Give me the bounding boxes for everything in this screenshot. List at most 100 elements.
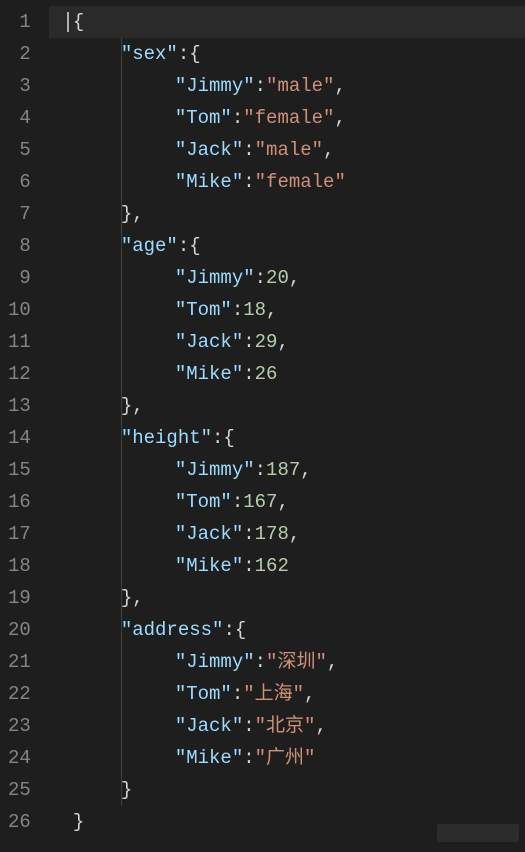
code-line: "Jack":"male", [49, 134, 525, 166]
colon: : [243, 171, 254, 193]
punct: :{ [212, 427, 235, 449]
code-line: "Mike":"female" [49, 166, 525, 198]
colon: : [255, 267, 266, 289]
json-key: "Tom" [175, 107, 232, 129]
line-number: 6 [8, 166, 31, 198]
json-key: "Jimmy" [175, 75, 255, 97]
line-number: 17 [8, 518, 31, 550]
comma: , [289, 267, 300, 289]
json-number: 167 [243, 491, 277, 513]
code-line: "Jack":"北京", [49, 710, 525, 742]
comma: , [315, 715, 326, 737]
line-number: 7 [8, 198, 31, 230]
json-string: "深圳" [266, 651, 327, 673]
colon: : [255, 459, 266, 481]
line-number: 8 [8, 230, 31, 262]
code-line: "Mike":162 [49, 550, 525, 582]
json-key: "address" [121, 619, 224, 641]
brace-close: } [49, 811, 84, 833]
line-number: 18 [8, 550, 31, 582]
code-line: "Tom":167, [49, 486, 525, 518]
code-line: "Jimmy":"male", [49, 70, 525, 102]
code-line: { [49, 6, 525, 38]
brace-close: }, [121, 587, 144, 609]
code-line: "Jack":178, [49, 518, 525, 550]
json-key: "height" [121, 427, 212, 449]
punct: :{ [178, 235, 201, 257]
comma: , [334, 75, 345, 97]
comma: , [334, 107, 345, 129]
json-key: "Tom" [175, 299, 232, 321]
line-number: 11 [8, 326, 31, 358]
json-number: 26 [255, 363, 278, 385]
colon: : [255, 75, 266, 97]
json-key: "Jack" [175, 523, 243, 545]
line-number: 1 [8, 6, 31, 38]
line-number: 12 [8, 358, 31, 390]
code-line: "Jimmy":187, [49, 454, 525, 486]
line-number: 15 [8, 454, 31, 486]
json-number: 29 [255, 331, 278, 353]
code-line: }, [49, 198, 525, 230]
code-editor[interactable]: 1234567891011121314151617181920212223242… [0, 0, 525, 852]
colon: : [243, 555, 254, 577]
json-key: "Jack" [175, 139, 243, 161]
line-number: 10 [8, 294, 31, 326]
colon: : [243, 139, 254, 161]
code-line: "Jack":29, [49, 326, 525, 358]
line-number: 9 [8, 262, 31, 294]
json-key: "Jack" [175, 331, 243, 353]
code-line: "Jimmy":"深圳", [49, 646, 525, 678]
code-line: "Tom":"上海", [49, 678, 525, 710]
json-string: "male" [255, 139, 323, 161]
json-number: 187 [266, 459, 300, 481]
json-key: "Mike" [175, 363, 243, 385]
json-number: 162 [255, 555, 289, 577]
json-key: "Tom" [175, 491, 232, 513]
code-line: "age":{ [49, 230, 525, 262]
comma: , [323, 139, 334, 161]
line-number: 14 [8, 422, 31, 454]
minimap-slider[interactable] [437, 824, 519, 842]
code-line: "Mike":26 [49, 358, 525, 390]
line-number: 26 [8, 806, 31, 838]
json-key: "Jimmy" [175, 267, 255, 289]
line-number: 23 [8, 710, 31, 742]
code-line: "Jimmy":20, [49, 262, 525, 294]
json-string: "北京" [255, 715, 316, 737]
line-number: 21 [8, 646, 31, 678]
code-area[interactable]: { "sex":{ "Jimmy":"male", "Tom":"female"… [49, 0, 525, 852]
colon: : [243, 331, 254, 353]
json-string: "广州" [255, 747, 316, 769]
comma: , [304, 683, 315, 705]
line-number: 24 [8, 742, 31, 774]
colon: : [243, 715, 254, 737]
code-line: "Tom":18, [49, 294, 525, 326]
colon: : [232, 107, 243, 129]
punct: :{ [223, 619, 246, 641]
json-key: "Tom" [175, 683, 232, 705]
colon: : [243, 747, 254, 769]
code-line: } [49, 774, 525, 806]
code-line: "Mike":"广州" [49, 742, 525, 774]
code-line: "height":{ [49, 422, 525, 454]
comma: , [277, 491, 288, 513]
line-number: 3 [8, 70, 31, 102]
brace-close: } [121, 779, 132, 801]
code-line: "sex":{ [49, 38, 525, 70]
json-number: 20 [266, 267, 289, 289]
comma: , [277, 331, 288, 353]
colon: : [243, 363, 254, 385]
line-number: 13 [8, 390, 31, 422]
colon: : [255, 651, 266, 673]
brace-close: }, [121, 203, 144, 225]
line-number: 22 [8, 678, 31, 710]
punct: :{ [178, 43, 201, 65]
colon: : [232, 683, 243, 705]
brace-close: }, [121, 395, 144, 417]
colon: : [243, 523, 254, 545]
colon: : [232, 491, 243, 513]
brace-open: { [49, 11, 84, 33]
code-line: "Tom":"female", [49, 102, 525, 134]
json-string: "female" [255, 171, 346, 193]
